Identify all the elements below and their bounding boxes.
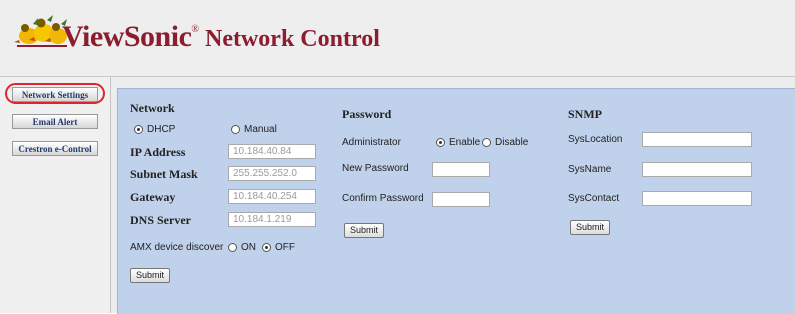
amx-on-label: ON — [241, 242, 256, 253]
admin-enable-radio[interactable] — [436, 138, 445, 147]
dns-server-label: DNS Server — [130, 213, 191, 227]
password-heading: Password — [342, 107, 392, 121]
new-password-label: New Password — [342, 163, 409, 174]
dns-server-field[interactable]: 10.184.1.219 — [228, 212, 316, 227]
subnet-mask-field[interactable]: 255.255.252.0 — [228, 166, 316, 181]
amx-on-radio[interactable] — [228, 243, 237, 252]
confirm-password-field[interactable] — [432, 192, 490, 207]
ip-address-label: IP Address — [130, 145, 186, 159]
amx-off-label: OFF — [275, 242, 295, 253]
active-item-highlight — [5, 83, 105, 104]
syscontact-field[interactable] — [642, 191, 752, 206]
header: ViewSonic® Network Control — [0, 0, 795, 76]
brand-name: ViewSonic — [62, 20, 192, 53]
snmp-heading: SNMP — [568, 107, 602, 121]
snmp-submit-button[interactable]: Submit — [570, 220, 611, 235]
syslocation-field[interactable] — [642, 132, 752, 147]
confirm-password-label: Confirm Password — [342, 193, 424, 204]
ip-address-field[interactable]: 10.184.40.84 — [228, 144, 316, 159]
sidebar-item-crestron-e-control[interactable]: Crestron e-Control — [12, 141, 98, 156]
product-name: Network Control — [205, 26, 380, 52]
sysname-label: SysName — [568, 164, 612, 175]
subnet-mask-label: Subnet Mask — [130, 167, 198, 181]
gateway-label: Gateway — [130, 190, 176, 204]
dhcp-label: DHCP — [147, 124, 176, 135]
settings-panel: Network DHCP Manual IP Address 10.184.40… — [117, 88, 795, 314]
gateway-field[interactable]: 10.184.40.254 — [228, 189, 316, 204]
sidebar-item-email-alert[interactable]: Email Alert — [12, 114, 98, 129]
syslocation-label: SysLocation — [568, 134, 623, 145]
sidebar: Network Settings Email Alert Crestron e-… — [0, 77, 111, 313]
page-frame: ViewSonic® Network Control Network Settin… — [0, 0, 795, 314]
network-submit-button[interactable]: Submit — [130, 268, 171, 283]
amx-discover-label: AMX device discover — [130, 242, 224, 253]
syscontact-label: SysContact — [568, 193, 620, 204]
admin-enable-label: Enable — [449, 137, 481, 148]
new-password-field[interactable] — [432, 162, 490, 177]
dhcp-radio[interactable] — [134, 125, 143, 134]
brand-title: ViewSonic® Network Control — [62, 20, 380, 54]
administrator-label: Administrator — [342, 137, 401, 148]
admin-disable-label: Disable — [495, 137, 529, 148]
registered-mark: ® — [191, 24, 199, 35]
manual-radio[interactable] — [231, 125, 240, 134]
amx-off-radio[interactable] — [262, 243, 271, 252]
manual-label: Manual — [244, 124, 277, 135]
sysname-field[interactable] — [642, 162, 752, 177]
admin-disable-radio[interactable] — [482, 138, 491, 147]
header-divider — [0, 76, 795, 77]
network-heading: Network — [130, 101, 175, 115]
password-submit-button[interactable]: Submit — [344, 223, 385, 238]
